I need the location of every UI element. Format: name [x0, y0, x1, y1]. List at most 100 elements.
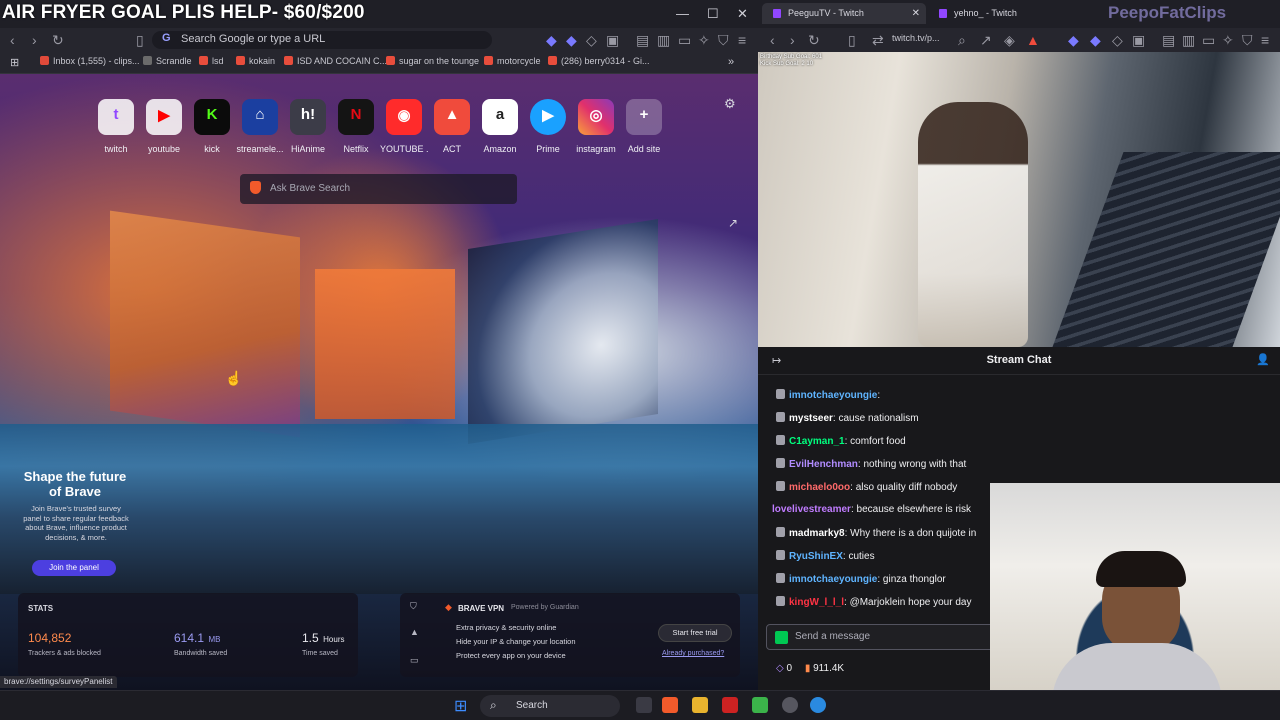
top-site-prime[interactable]: ▶ Prime	[524, 99, 572, 154]
extension-icon[interactable]: ▤	[1162, 32, 1175, 49]
external-link-icon[interactable]: ↗	[728, 216, 738, 230]
menu-icon[interactable]: ≡	[1261, 32, 1269, 48]
bookmark-item[interactable]: sugar on the tounge	[386, 56, 479, 66]
wallet-icon[interactable]: ▭	[1202, 32, 1215, 49]
survey-heading: Shape the future of Brave	[23, 469, 127, 499]
share-icon[interactable]: ↗	[980, 32, 992, 49]
tab-yehno[interactable]: yehno_ - Twitch	[928, 3, 1092, 24]
leo-icon[interactable]: ✧	[1222, 32, 1234, 49]
top-site-hianime[interactable]: h! HiAnime	[284, 99, 332, 154]
back-icon[interactable]: ‹	[770, 32, 775, 48]
top-site-kick[interactable]: Kkick	[188, 99, 236, 154]
forward-icon[interactable]: ›	[32, 32, 37, 48]
brave-rewards-icon[interactable]: ▲	[1026, 32, 1040, 48]
brave-browser-icon[interactable]	[662, 697, 678, 713]
top-site-act[interactable]: ▲ ACT	[428, 99, 476, 154]
badge-icon	[776, 389, 785, 399]
top-site-twitch[interactable]: t twitch	[92, 99, 140, 154]
chat-message: lovelivestreamer: because elsewhere is r…	[772, 504, 972, 515]
bookmark-icon[interactable]: ▯	[848, 32, 856, 49]
address-bar[interactable]: twitch.tv/p...	[892, 33, 940, 43]
start-free-trial-button[interactable]: Start free trial	[658, 624, 732, 642]
extension-icon[interactable]: ▣	[606, 32, 619, 49]
extension-icon[interactable]: ◇	[1112, 32, 1123, 49]
top-site-youtube-2[interactable]: ◉YOUTUBE ...	[380, 99, 428, 154]
bookmark-item[interactable]: ISD AND COCAIN C...	[284, 56, 387, 66]
windows-start-icon[interactable]: ⊞	[454, 696, 467, 716]
close-icon[interactable]: ✕	[737, 6, 748, 22]
bookmark-item[interactable]: lsd	[199, 56, 224, 66]
bookmark-item[interactable]: kokain	[236, 56, 275, 66]
already-purchased-link[interactable]: Already purchased?	[662, 650, 724, 657]
stat-bandwidth: 614.1 MB Bandwidth saved	[174, 631, 228, 657]
vpn-icon[interactable]: ⛉	[718, 32, 729, 49]
extension-icon[interactable]: ▣	[1132, 32, 1145, 49]
bookmark-item[interactable]: Inbox (1,555) - clips...	[40, 56, 140, 66]
back-icon[interactable]: ‹	[10, 32, 15, 48]
top-site-streamelements[interactable]: ⌂ streamele...	[236, 99, 284, 154]
survey-body: Join Brave's trusted survey panel to sha…	[23, 504, 129, 542]
bookmark-item[interactable]: Scrandle	[143, 56, 192, 66]
app-icon[interactable]	[722, 697, 738, 713]
chat-title: Stream Chat	[986, 354, 1052, 366]
extension-icon[interactable]: ◆	[1068, 32, 1079, 49]
top-site-youtube[interactable]: ▶ youtube	[140, 99, 188, 154]
maximize-icon[interactable]: ☐	[707, 6, 719, 22]
emote-icon[interactable]	[775, 631, 788, 644]
menu-icon[interactable]: ≡	[738, 32, 746, 48]
bookmark-item[interactable]: (286) berry0314 - Gi...	[548, 56, 650, 66]
sidebar-icon[interactable]: ▥	[657, 32, 670, 49]
reload-icon[interactable]: ↻	[808, 32, 820, 49]
badge-icon	[776, 527, 785, 537]
address-bar[interactable]: G Search Google or type a URL	[152, 31, 492, 49]
wallet-icon[interactable]: ▭	[678, 32, 691, 49]
extension-icon[interactable]: ◇	[586, 32, 597, 49]
forward-icon[interactable]: ›	[790, 32, 795, 48]
top-site-amazon[interactable]: a Amazon	[476, 99, 524, 154]
minimize-icon[interactable]: —	[676, 6, 689, 21]
extension-icon[interactable]: ▤	[636, 32, 649, 49]
brave-search-box[interactable]: Ask Brave Search	[240, 174, 517, 204]
tab-peeguutv[interactable]: PeeguuTV - Twitch ✕	[762, 3, 926, 24]
add-site-button[interactable]: + Add site	[620, 99, 668, 154]
brave-shield-icon[interactable]: ◈	[1004, 32, 1015, 49]
leo-icon[interactable]: ✧	[698, 32, 710, 49]
taskbar-search[interactable]: ⌕ Search	[480, 695, 620, 717]
chat-message: RyuShinEX: cuties	[776, 550, 875, 570]
top-site-netflix[interactable]: N Netflix	[332, 99, 380, 154]
vpn-icon[interactable]: ⛉	[1242, 32, 1253, 49]
taskbar: ⊞ ⌕ Search	[0, 690, 1280, 720]
task-view-icon[interactable]	[636, 697, 652, 713]
extension-icon[interactable]: ◆	[1090, 32, 1101, 49]
vpn-feature: Protect every app on your device	[456, 651, 566, 660]
settings-icon[interactable]	[782, 697, 798, 713]
vpn-powered-by: Powered by Guardian	[511, 604, 579, 611]
stream-video[interactable]: Birthday Sub Goal: 601 Kick Sub Goal: 2 …	[758, 52, 1280, 347]
site-info-icon[interactable]: ⇄	[872, 32, 884, 49]
settings-gear-icon[interactable]: ⚙	[724, 96, 736, 112]
extension-icon[interactable]: ◆	[566, 32, 577, 49]
tab-close-icon[interactable]: ✕	[912, 3, 920, 24]
streamer-shirt	[1052, 643, 1222, 690]
channel-points[interactable]: ◇ 0 ▮ 911.4K	[776, 663, 844, 674]
xbox-icon[interactable]	[752, 697, 768, 713]
bookmark-favicon-icon	[236, 56, 245, 65]
zoom-icon[interactable]: ⌕	[958, 32, 966, 49]
reload-icon[interactable]: ↻	[52, 32, 64, 49]
youtube-icon: ▶	[158, 107, 170, 124]
badge-icon	[776, 550, 785, 560]
community-icon[interactable]: 👤	[1256, 353, 1270, 366]
app-icon[interactable]	[810, 697, 826, 713]
top-site-instagram[interactable]: ◎ instagram	[572, 99, 620, 154]
sidebar-icon[interactable]: ▥	[1182, 32, 1195, 49]
file-explorer-icon[interactable]	[692, 697, 708, 713]
bookmark-item[interactable]: motorcycle	[484, 56, 541, 66]
bookmark-icon[interactable]: ▯	[136, 32, 144, 49]
apps-grid-icon[interactable]: ⊞	[10, 56, 19, 69]
badge-icon	[776, 412, 785, 422]
extension-icon[interactable]: ◆	[546, 32, 557, 49]
bookmarks-overflow-icon[interactable]: »	[728, 56, 734, 68]
join-panel-button[interactable]: Join the panel	[32, 560, 116, 576]
stream-goal-overlay: AIR FRYER GOAL PLIS HELP- $60/$200	[2, 2, 365, 23]
vpn-card: ⛉ ▲ ▭ ◆ BRAVE VPN Powered by Guardian Ex…	[400, 593, 740, 677]
